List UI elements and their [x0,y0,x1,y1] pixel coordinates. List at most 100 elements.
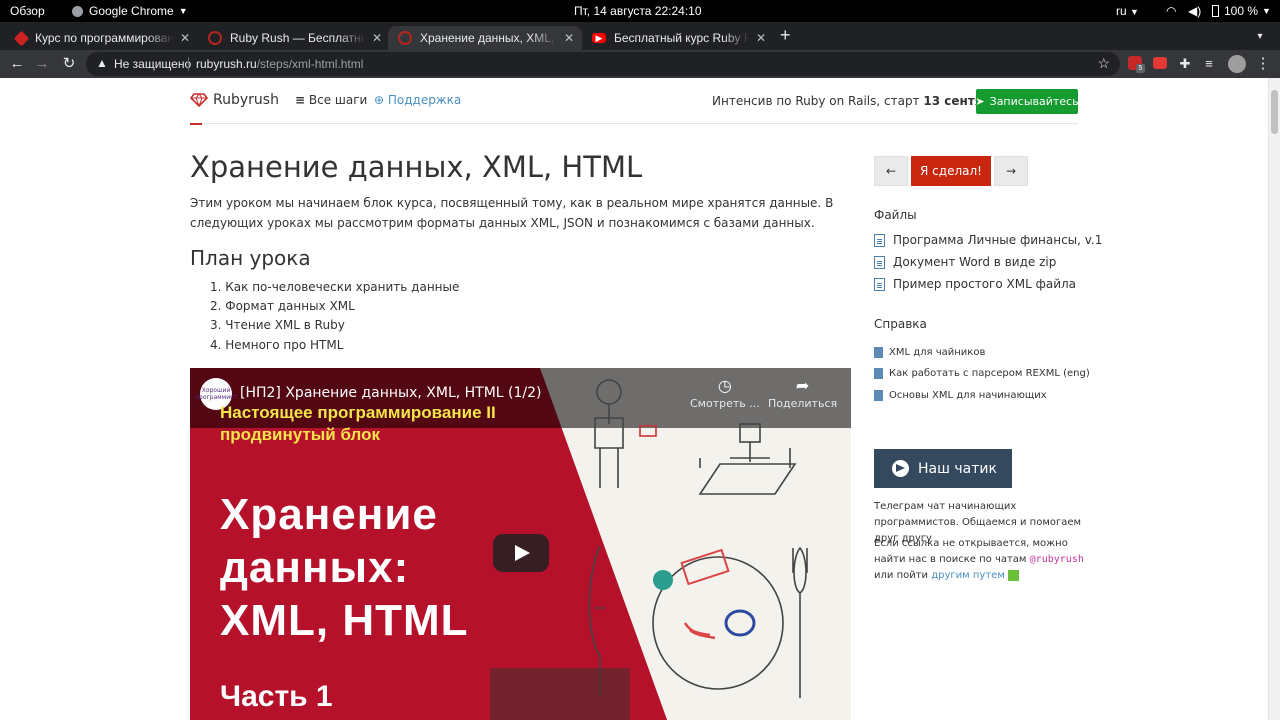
help-link[interactable]: Как работать с парсером REXML (eng) [874,368,1090,379]
prev-step-button[interactable]: ← [874,156,908,186]
scrollbar-thumb[interactable] [1271,90,1278,134]
app-menu[interactable]: Google Chrome ▼ [72,4,188,18]
video-title[interactable]: [НП2] Хранение данных, XML, HTML (1/2) [240,385,542,401]
done-button[interactable]: Я сделал! [911,156,991,186]
file-link[interactable]: Программа Личные финансы, v.1 [874,233,1102,247]
tab-strip: Курс по программированию на Ruby ✕ Ruby … [0,22,1280,50]
extensions-puzzle-icon[interactable]: ✚ [1176,55,1194,73]
video-subtitle-line: Настоящее программирование II [220,403,496,422]
file-icon [874,277,885,291]
telegram-chat-button[interactable]: Наш чатик [874,449,1012,488]
enroll-button[interactable]: ➤ Записывайтесь [975,89,1079,114]
wifi-icon[interactable]: ◠ [1166,4,1176,18]
close-icon[interactable]: ✕ [562,31,576,45]
all-steps-label: Все шаги [308,93,368,107]
share-label: Поделиться [768,397,838,410]
video-subtitle: Настоящее программирование II продвинуты… [220,402,496,446]
next-step-button[interactable]: → [994,156,1028,186]
bookmark-star-icon[interactable]: ☆ [1097,55,1110,72]
headline-line: XML, HTML [220,596,469,645]
close-icon[interactable]: ✕ [754,31,768,45]
file-link-label: Документ Word в виде zip [893,255,1057,269]
share-arrow-icon: ➦ [795,376,810,395]
new-tab-button[interactable]: + [780,25,791,46]
rubyrush-icon [208,31,222,45]
url-path: /steps/xml-html.html [256,57,364,71]
tab-rubyrush-home[interactable]: Ruby Rush — Бесплатный курс по Ruby ✕ [198,26,390,50]
clock-icon: ◷ [717,376,732,395]
youtube-extension-icon[interactable] [1153,57,1167,69]
address-bar[interactable]: ▲ Не защищено rubyrush.ru/steps/xml-html… [86,52,1120,76]
media-control-icon[interactable]: ≡ [1200,55,1218,73]
all-steps-link[interactable]: ≡ Все шаги [295,93,367,107]
youtube-video-embed[interactable]: Хороший программист [НП2] Хранение данны… [190,368,851,720]
plan-item: 3. Чтение XML в Ruby [210,318,345,333]
tab-search-icon[interactable]: ▾ [1250,28,1270,46]
plan-item: 1. Как по-человечески хранить данные [210,280,460,294]
close-icon[interactable]: ✕ [370,31,384,45]
plan-heading: План урока [190,246,311,270]
back-icon[interactable]: ← [8,55,26,73]
file-link-label: Пример простого XML файла [893,277,1077,291]
battery-indicator[interactable]: 100 % ▼ [1212,4,1271,18]
tab-title: Бесплатный курс Ruby Rush [614,31,750,45]
share-button[interactable]: ➦ Поделиться [768,376,837,410]
document-icon [874,368,883,379]
lesson-plan: 1. Как по-человечески хранить данные 2. … [210,278,459,355]
tab-ruby-course[interactable]: Курс по программированию на Ruby ✕ [6,26,198,50]
reload-icon[interactable]: ↻ [60,55,78,73]
file-icon [874,255,885,269]
file-link[interactable]: Пример простого XML файла [874,277,1076,291]
menu-kebab-icon[interactable]: ⋮ [1254,55,1272,73]
play-button[interactable] [493,534,549,572]
url-host: rubyrush.ru [196,57,257,71]
lifebuoy-icon: ⊕ [374,93,385,107]
alt-path-link[interactable]: другим путем [931,570,1005,581]
ruby-gem-icon [190,93,208,107]
forward-icon[interactable]: → [33,55,51,73]
download-icon[interactable] [1007,569,1019,581]
watch-later-button[interactable]: ◷ Смотреть ... [690,376,760,410]
chrome-icon [72,5,83,17]
tab-youtube[interactable]: ▶ Бесплатный курс Ruby Rush ✕ [582,26,774,50]
lesson-intro: Этим уроком мы начинаем блок курса, посв… [190,196,834,230]
video-headline: Хранение данных: XML, HTML [220,488,469,647]
file-link-label: Программа Личные финансы, v.1 [893,233,1103,247]
web-page: Rubyrush ≡ Все шаги ⊕ Поддержка Интенсив… [0,78,1268,720]
volume-icon[interactable]: ◀) [1188,4,1201,18]
activities-button[interactable]: Обзор [10,4,45,18]
site-logo[interactable]: Rubyrush [190,92,279,108]
warning-icon[interactable]: ▲ [96,56,108,70]
clock[interactable]: Пт, 14 августа 22:24:10 [574,4,702,18]
files-heading: Файлы [874,208,917,222]
support-link[interactable]: ⊕ Поддержка [374,93,461,107]
headline-line: данных: [220,543,410,592]
not-secure-label[interactable]: Не защищено [114,57,191,71]
system-top-bar: Обзор Google Chrome ▼ Пт, 14 августа 22:… [0,0,1280,22]
chat-hint: Если ссылка не открывается, можно найти … [874,536,1084,584]
page-scrollbar[interactable] [1268,78,1280,720]
browser-toolbar: ← → ↻ ▲ Не защищено rubyrush.ru/steps/xm… [0,50,1280,78]
battery-percent: 100 % [1224,4,1259,18]
app-name: Google Chrome [89,4,174,18]
caret-down-icon: ▼ [178,6,188,16]
intensive-text: Интенсив по Ruby on Rails, старт [712,94,924,108]
rocket-icon: ➤ [975,95,985,108]
input-language[interactable]: ru ▼ [1116,4,1139,18]
file-link[interactable]: Документ Word в виде zip [874,255,1056,269]
help-link[interactable]: Основы XML для начинающих [874,390,1047,401]
rubyrush-icon [398,31,412,45]
caret-down-icon: ▼ [1130,7,1139,17]
tab-xml-html[interactable]: Хранение данных, XML, HTML ✕ [388,26,582,50]
document-icon [874,347,883,358]
plan-item: 4. Немного про HTML [210,337,344,352]
profile-avatar[interactable] [1228,55,1246,73]
logo-text: Rubyrush [213,92,279,108]
help-link[interactable]: XML для чайников [874,347,985,358]
ruby-icon [13,30,30,46]
close-icon[interactable]: ✕ [178,31,192,45]
divider [188,57,189,71]
extension-badge: 5 [1136,64,1145,73]
active-underline [190,123,202,125]
url-text[interactable]: rubyrush.ru/steps/xml-html.html [196,57,363,71]
